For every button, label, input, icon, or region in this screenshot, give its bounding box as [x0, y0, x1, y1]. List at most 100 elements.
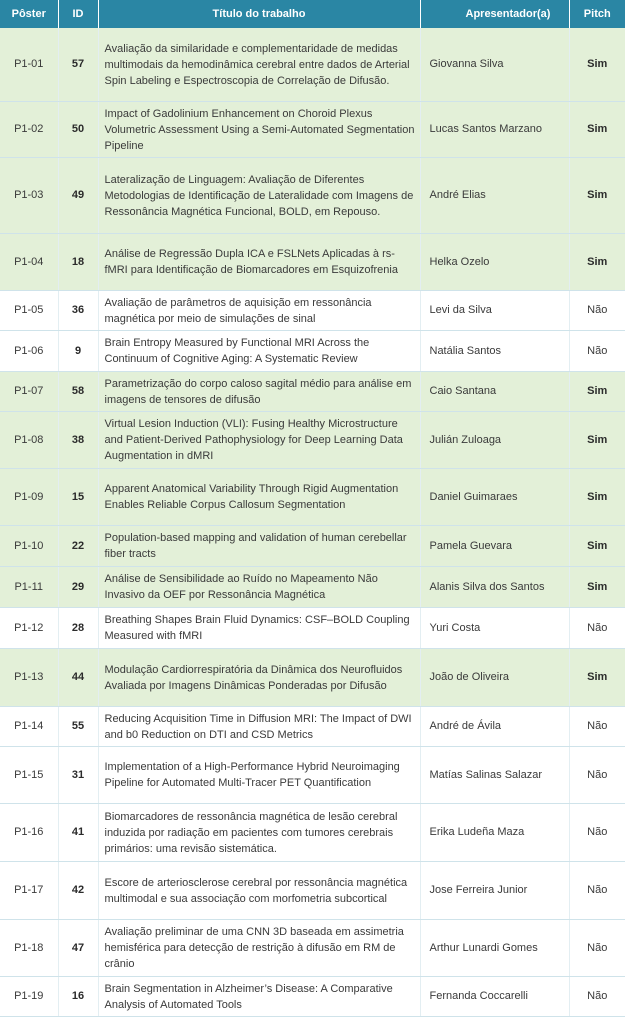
title-cell: Implementation of a High-Performance Hyb…	[98, 746, 421, 804]
title-cell: Escore de arteriosclerose cerebral por r…	[98, 861, 421, 920]
id-cell: 16	[58, 976, 99, 1017]
pitch-cell: Não	[569, 919, 625, 977]
table-row: P1-12 28 Breathing Shapes Brain Fluid Dyna…	[0, 607, 625, 649]
table-row: P1-18 47 Avaliação preliminar de uma CNN 3…	[0, 919, 625, 977]
id-cell: 44	[58, 648, 99, 707]
pitch-cell: Sim	[569, 28, 625, 102]
id-cell: 47	[58, 919, 99, 977]
id-cell: 29	[58, 566, 99, 608]
table-row: P1-08 38 Virtual Lesion Induction (VLI): F…	[0, 411, 625, 469]
poster-cell: P1-19	[0, 976, 59, 1017]
poster-cell: P1-16	[0, 803, 59, 862]
presenter-cell: Caio Santana	[420, 371, 570, 412]
pitch-cell: Sim	[569, 411, 625, 469]
title-cell: Apparent Anatomical Variability Through …	[98, 468, 421, 526]
table-row: P1-17 42 Escore de arteriosclerose cerebra…	[0, 861, 625, 920]
presenter-cell: Giovanna Silva	[420, 28, 570, 102]
id-cell: 15	[58, 468, 99, 526]
id-cell: 22	[58, 525, 99, 567]
header-title: Título do trabalho	[98, 0, 421, 28]
poster-cell: P1-06	[0, 330, 59, 372]
pitch-cell: Sim	[569, 157, 625, 234]
presenter-cell: Yuri Costa	[420, 607, 570, 649]
poster-cell: P1-14	[0, 706, 59, 747]
poster-cell: P1-02	[0, 101, 59, 158]
id-cell: 9	[58, 330, 99, 372]
title-cell: Brain Entropy Measured by Functional MRI…	[98, 330, 421, 372]
table-row: P1-04 18 Análise de Regressão Dupla ICA e …	[0, 233, 625, 291]
table-row: P1-16 41 Biomarcadores de ressonância magn…	[0, 803, 625, 862]
pitch-cell: Não	[569, 976, 625, 1017]
pitch-cell: Sim	[569, 371, 625, 412]
table-row: P1-15 31 Implementation of a High-Performa…	[0, 746, 625, 804]
id-cell: 42	[58, 861, 99, 920]
title-cell: Virtual Lesion Induction (VLI): Fusing H…	[98, 411, 421, 469]
title-cell: Population-based mapping and validation …	[98, 525, 421, 567]
presenter-cell: Lucas Santos Marzano	[420, 101, 570, 158]
table-row: P1-07 58 Parametrização do corpo caloso sa…	[0, 371, 625, 412]
poster-cell: P1-08	[0, 411, 59, 469]
poster-table: Pôster ID Título do trabalho Apresentado…	[0, 0, 625, 1017]
presenter-cell: Erika Ludeña Maza	[420, 803, 570, 862]
presenter-cell: Pamela Guevara	[420, 525, 570, 567]
table-row: P1-06 9 Brain Entropy Measured by Function…	[0, 330, 625, 372]
presenter-cell: Helka Ozelo	[420, 233, 570, 291]
id-cell: 38	[58, 411, 99, 469]
pitch-cell: Sim	[569, 566, 625, 608]
poster-cell: P1-01	[0, 28, 59, 102]
poster-cell: P1-12	[0, 607, 59, 649]
title-cell: Análise de Regressão Dupla ICA e FSLNets…	[98, 233, 421, 291]
id-cell: 18	[58, 233, 99, 291]
presenter-cell: Arthur Lunardi Gomes	[420, 919, 570, 977]
id-cell: 31	[58, 746, 99, 804]
table-row: P1-13 44 Modulação Cardiorrespiratória da …	[0, 648, 625, 707]
table-row: P1-19 16 Brain Segmentation in Alzheimer’s…	[0, 976, 625, 1017]
id-cell: 49	[58, 157, 99, 234]
poster-cell: P1-10	[0, 525, 59, 567]
presenter-cell: André de Ávila	[420, 706, 570, 747]
poster-cell: P1-13	[0, 648, 59, 707]
pitch-cell: Sim	[569, 525, 625, 567]
presenter-cell: Jose Ferreira Junior	[420, 861, 570, 920]
table-row: P1-09 15 Apparent Anatomical Variability T…	[0, 468, 625, 526]
poster-cell: P1-17	[0, 861, 59, 920]
title-cell: Parametrização do corpo caloso sagital m…	[98, 371, 421, 412]
title-cell: Modulação Cardiorrespiratória da Dinâmic…	[98, 648, 421, 707]
pitch-cell: Não	[569, 706, 625, 747]
title-cell: Avaliação da similaridade e complementar…	[98, 28, 421, 102]
table-row: P1-10 22 Population-based mapping and vali…	[0, 525, 625, 567]
title-cell: Lateralização de Linguagem: Avaliação de…	[98, 157, 421, 234]
poster-cell: P1-15	[0, 746, 59, 804]
id-cell: 28	[58, 607, 99, 649]
id-cell: 57	[58, 28, 99, 102]
title-cell: Avaliação de parâmetros de aquisição em …	[98, 290, 421, 331]
pitch-cell: Sim	[569, 233, 625, 291]
presenter-cell: Matías Salinas Salazar	[420, 746, 570, 804]
table-body: P1-01 57 Avaliação da similaridade e compl…	[0, 28, 625, 1017]
title-cell: Avaliação preliminar de uma CNN 3D basea…	[98, 919, 421, 977]
id-cell: 41	[58, 803, 99, 862]
presenter-cell: André Elias	[420, 157, 570, 234]
title-cell: Biomarcadores de ressonância magnética d…	[98, 803, 421, 862]
id-cell: 58	[58, 371, 99, 412]
header-pitch: Pitch	[569, 0, 625, 28]
title-cell: Breathing Shapes Brain Fluid Dynamics: C…	[98, 607, 421, 649]
pitch-cell: Sim	[569, 468, 625, 526]
pitch-cell: Sim	[569, 648, 625, 707]
table-row: P1-11 29 Análise de Sensibilidade ao Ruído…	[0, 566, 625, 608]
id-cell: 36	[58, 290, 99, 331]
pitch-cell: Não	[569, 861, 625, 920]
title-cell: Brain Segmentation in Alzheimer’s Diseas…	[98, 976, 421, 1017]
pitch-cell: Não	[569, 330, 625, 372]
poster-cell: P1-07	[0, 371, 59, 412]
pitch-cell: Sim	[569, 101, 625, 158]
pitch-cell: Não	[569, 746, 625, 804]
poster-cell: P1-09	[0, 468, 59, 526]
table-row: P1-05 36 Avaliação de parâmetros de aquisi…	[0, 290, 625, 331]
presenter-cell: Natália Santos	[420, 330, 570, 372]
table-header: Pôster ID Título do trabalho Apresentado…	[0, 0, 625, 28]
id-cell: 55	[58, 706, 99, 747]
poster-cell: P1-11	[0, 566, 59, 608]
title-cell: Impact of Gadolinium Enhancement on Chor…	[98, 101, 421, 158]
presenter-cell: Daniel Guimaraes	[420, 468, 570, 526]
